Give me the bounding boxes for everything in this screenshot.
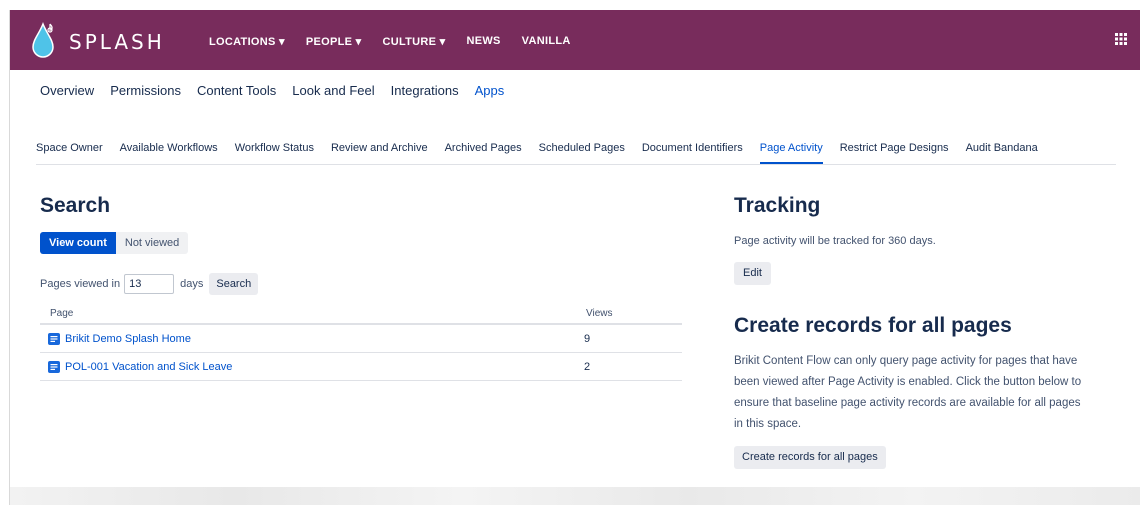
apps-sub-tabs: Space Owner Available Workflows Workflow… <box>36 142 1116 165</box>
search-heading: Search <box>40 194 111 217</box>
tracking-description: Page activity will be tracked for 360 da… <box>734 235 936 247</box>
days-label: days <box>180 278 204 290</box>
page-cell: Brikit Demo Splash Home <box>40 324 576 353</box>
tab-apps[interactable]: Apps <box>475 83 505 98</box>
page-link[interactable]: POL-001 Vacation and Sick Leave <box>48 360 570 373</box>
edit-button[interactable]: Edit <box>734 262 771 285</box>
column-header-page[interactable]: Page <box>40 303 576 325</box>
pages-viewed-label: Pages viewed in <box>40 278 121 290</box>
days-input[interactable] <box>124 274 175 294</box>
page-cell: POL-001 Vacation and Sick Leave <box>40 352 576 381</box>
tab-content-tools[interactable]: Content Tools <box>197 83 276 98</box>
tab-look-and-feel[interactable]: Look and Feel <box>292 83 374 98</box>
nav-news[interactable]: NEWS <box>466 35 500 48</box>
views-cell: 9 <box>576 324 682 353</box>
page-icon <box>48 360 60 373</box>
table-row: POL-001 Vacation and Sick Leave 2 <box>40 352 682 381</box>
views-cell: 2 <box>576 352 682 381</box>
pages-viewed-form: Pages viewed in days Search <box>40 273 259 295</box>
subtab-restrict-page-designs[interactable]: Restrict Page Designs <box>840 142 949 164</box>
search-mode-toggle: View count Not viewed <box>40 232 189 254</box>
logo-text: SPLASH <box>69 30 165 54</box>
water-drop-icon <box>32 21 54 58</box>
top-navigation-bar: SPLASH LOCATIONS ▾ PEOPLE ▾ CULTURE ▾ NE… <box>10 10 1140 70</box>
column-header-views[interactable]: Views <box>576 303 682 325</box>
subtab-audit-bandana[interactable]: Audit Bandana <box>966 142 1038 164</box>
create-records-description: Brikit Content Flow can only query page … <box>734 355 1082 430</box>
grid-icon[interactable] <box>1115 33 1127 45</box>
nav-vanilla[interactable]: VANILLA <box>522 35 571 48</box>
page-title: Brikit Demo Splash Home <box>65 332 191 345</box>
subtab-space-owner[interactable]: Space Owner <box>36 142 103 164</box>
tab-overview[interactable]: Overview <box>40 83 94 98</box>
splash-logo[interactable]: SPLASH <box>24 16 164 64</box>
subtab-available-workflows[interactable]: Available Workflows <box>120 142 218 164</box>
page-activity-table: Page Views Brikit Demo Splash Home 9 POL… <box>40 303 682 381</box>
subtab-archived-pages[interactable]: Archived Pages <box>445 142 522 164</box>
create-records-heading: Create records for all pages <box>734 314 1012 337</box>
not-viewed-button[interactable]: Not viewed <box>115 232 189 254</box>
nav-locations[interactable]: LOCATIONS ▾ <box>209 35 285 48</box>
subtab-workflow-status[interactable]: Workflow Status <box>235 142 314 164</box>
footer-banner <box>10 487 1140 505</box>
nav-culture[interactable]: CULTURE ▾ <box>382 35 445 48</box>
subtab-review-and-archive[interactable]: Review and Archive <box>331 142 428 164</box>
page-link[interactable]: Brikit Demo Splash Home <box>48 332 570 345</box>
search-button[interactable]: Search <box>209 273 259 295</box>
tracking-heading: Tracking <box>734 194 821 217</box>
tab-permissions[interactable]: Permissions <box>110 83 181 98</box>
subtab-document-identifiers[interactable]: Document Identifiers <box>642 142 743 164</box>
tab-integrations[interactable]: Integrations <box>391 83 459 98</box>
table-row: Brikit Demo Splash Home 9 <box>40 324 682 353</box>
subtab-scheduled-pages[interactable]: Scheduled Pages <box>539 142 625 164</box>
page-icon <box>48 332 60 345</box>
table-header-row: Page Views <box>40 303 682 325</box>
space-settings-tabs: Overview Permissions Content Tools Look … <box>40 83 520 98</box>
page-title: POL-001 Vacation and Sick Leave <box>65 360 233 373</box>
main-nav: LOCATIONS ▾ PEOPLE ▾ CULTURE ▾ NEWS VANI… <box>209 35 592 48</box>
view-count-button[interactable]: View count <box>40 232 116 254</box>
subtab-page-activity[interactable]: Page Activity <box>759 142 823 164</box>
nav-people[interactable]: PEOPLE ▾ <box>306 35 362 48</box>
left-divider <box>9 10 10 505</box>
create-records-button[interactable]: Create records for all pages <box>734 446 886 469</box>
